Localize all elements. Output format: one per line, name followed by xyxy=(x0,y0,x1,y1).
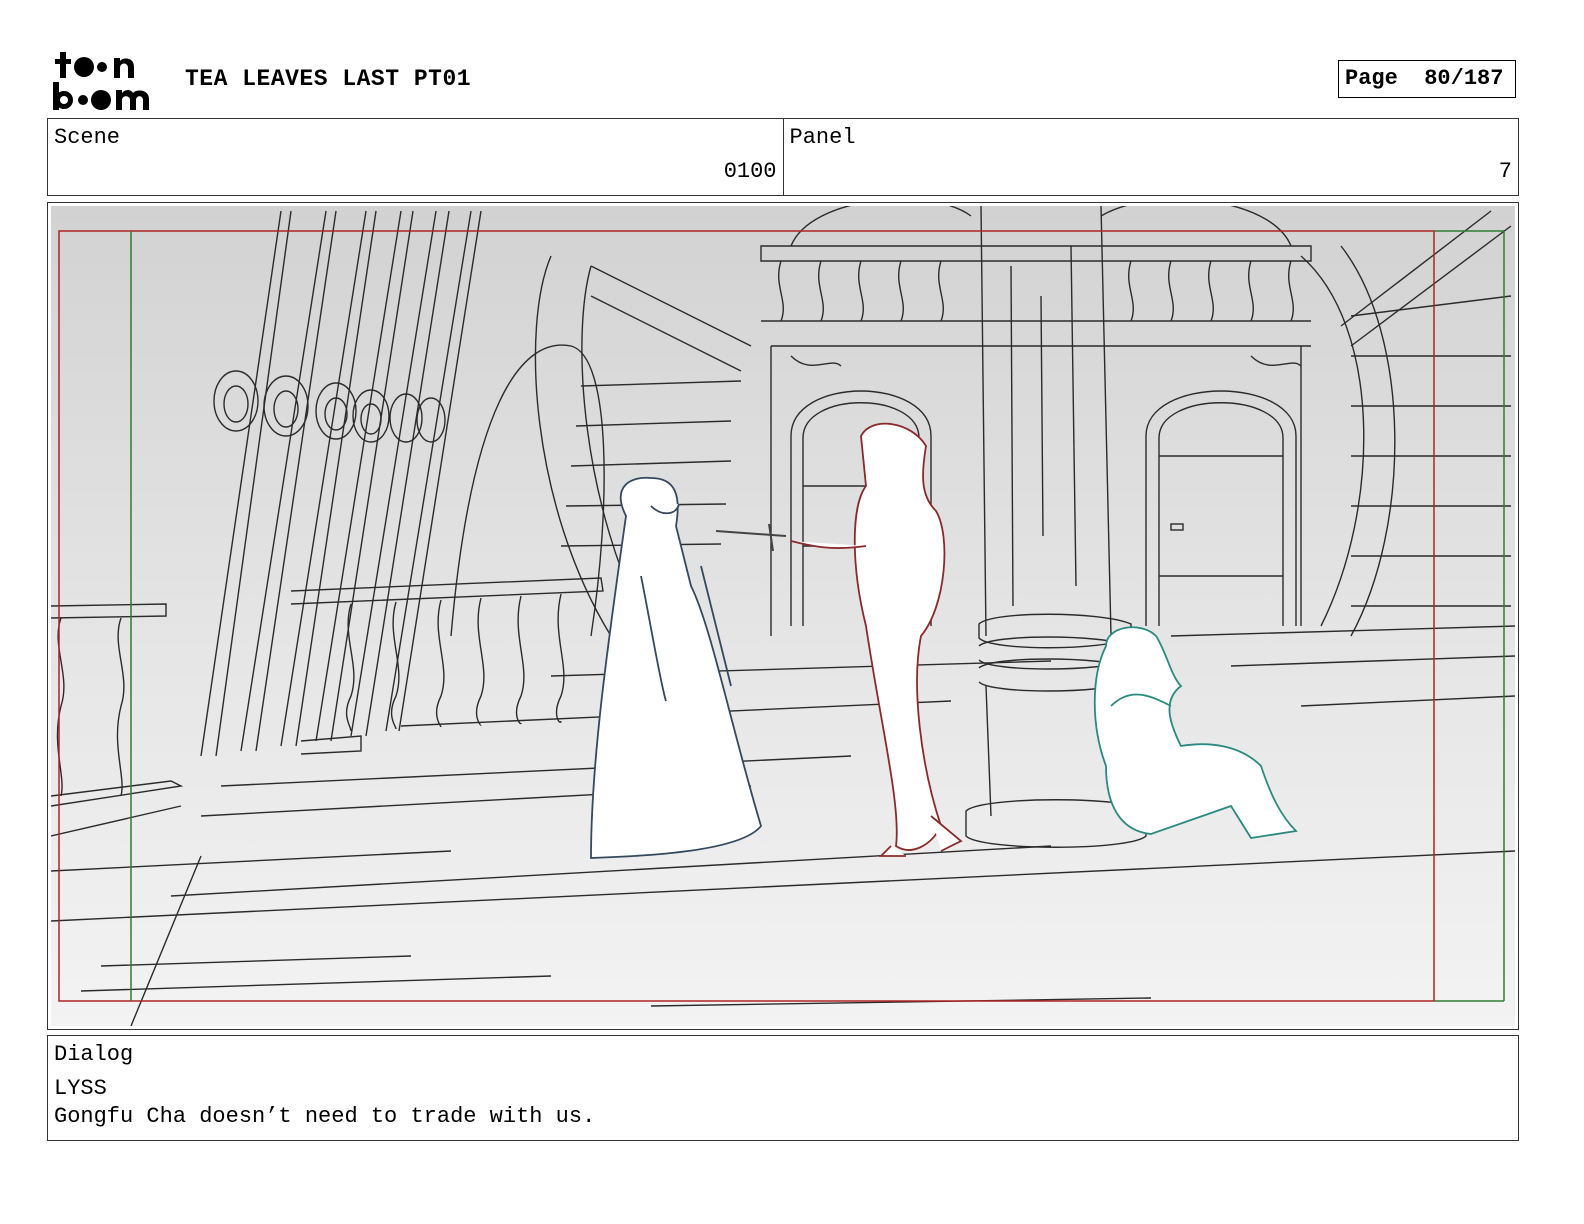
dialog-speaker: LYSS xyxy=(54,1076,107,1101)
page-number: 80/187 xyxy=(1424,66,1504,91)
scene-panel-row: Scene 0100 Panel 7 xyxy=(47,118,1519,196)
page-indicator: Page 80/187 xyxy=(1338,60,1516,98)
dialog-line: Gongfu Cha doesn’t need to trade with us… xyxy=(54,1104,596,1129)
dialog-label: Dialog xyxy=(54,1042,134,1067)
storyboard-sketch xyxy=(51,206,1515,1026)
project-title: TEA LEAVES LAST PT01 xyxy=(185,66,472,92)
scene-cell: Scene 0100 xyxy=(48,119,783,195)
scene-label: Scene xyxy=(54,125,121,150)
panel-cell: Panel 7 xyxy=(782,119,1519,195)
scene-number: 0100 xyxy=(723,159,777,184)
toon-boom-logo xyxy=(53,52,149,110)
storyboard-panel-frame xyxy=(47,202,1519,1030)
panel-number: 7 xyxy=(1498,159,1512,184)
panel-label: Panel xyxy=(789,125,856,150)
dialog-box: Dialog LYSS Gongfu Cha doesn’t need to t… xyxy=(47,1035,1519,1141)
page-label: Page xyxy=(1345,66,1398,91)
